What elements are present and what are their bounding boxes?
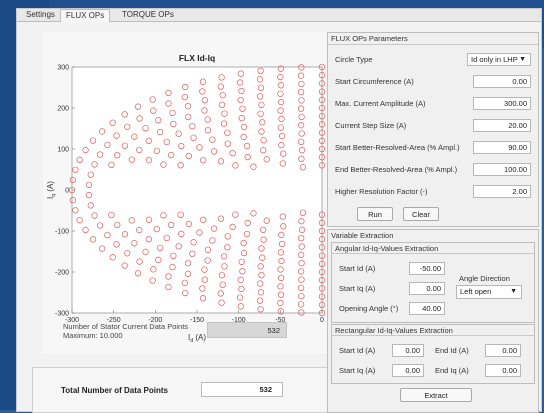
plot-axes-box	[71, 66, 323, 314]
rect-start-id-field[interactable]: 0.00	[392, 344, 424, 357]
resolution-factor-label: Higher Resolution Factor (-)	[335, 187, 428, 196]
y-axis-label: Iq(A)	[46, 181, 57, 199]
rect-end-id-label: End Id (A)	[435, 346, 469, 355]
start-circumference-label: Start Circumference (A)	[335, 77, 414, 86]
end-better-area-label: End Better-Resolved-Area (% Ampl.)	[335, 165, 458, 174]
flux-scatter-plot[interactable]: FLX Id-Iq -300 -250 -200 -150 -100 -50 0 30020…	[43, 32, 333, 354]
y-tick-label: -100	[55, 229, 69, 236]
opening-angle-field[interactable]: 40.00	[409, 302, 445, 315]
chevron-down-icon: ▼	[519, 56, 526, 63]
y-tick-label: 200	[57, 106, 69, 113]
angular-extraction-panel: Angular Id-Iq-Values Extraction Start Id…	[331, 242, 535, 323]
y-tick-label: -300	[55, 311, 69, 318]
start-better-area-label: Start Better-Resolved-Area (% Ampl.)	[335, 143, 460, 152]
rect-start-id-label: Start Id (A)	[339, 346, 376, 355]
start-better-area-field[interactable]: 90.00	[473, 141, 531, 154]
plot-title: FLX Id-Iq	[179, 53, 215, 63]
extract-button[interactable]: Extract	[400, 388, 472, 402]
angular-extraction-title: Angular Id-Iq-Values Extraction	[335, 244, 439, 253]
flux-params-panel: FLUX OPs Parameters Circle Type Id only …	[327, 32, 539, 227]
x-tick-label: 0	[320, 317, 324, 324]
plot-panel: FLX Id-Iq -300 -250 -200 -150 -100 -50 0 300 20…	[43, 32, 333, 354]
stator-points-label: Number of Stator Current Data Points Max…	[63, 322, 203, 340]
stator-points-value: 532	[207, 322, 287, 338]
angular-start-iq-label: Start Iq (A)	[339, 284, 376, 293]
angle-direction-select[interactable]: Left open ▼	[456, 285, 522, 299]
end-better-area-field[interactable]: 100.00	[473, 163, 531, 176]
tab-bar: Settings FLUX OPs TORQUE OPs	[17, 9, 541, 23]
circle-type-value: Id only in LHP	[471, 55, 518, 64]
run-button[interactable]: Run	[357, 207, 393, 221]
rect-end-iq-label: End Iq (A)	[435, 366, 469, 375]
total-points-label: Total Number of Data Points	[61, 386, 168, 395]
variable-extraction-panel: Variable Extraction Angular Id-Iq-Values…	[327, 229, 539, 413]
rect-start-iq-label: Start Iq (A)	[339, 366, 376, 375]
chevron-down-icon: ▼	[510, 288, 517, 295]
resolution-factor-field[interactable]: 2.00	[473, 185, 531, 198]
y-tick-label: 0	[65, 188, 69, 195]
stator-points-label-line1: Number of Stator Current Data Points	[63, 322, 189, 331]
rect-start-iq-field[interactable]: 0.00	[392, 364, 424, 377]
step-size-field[interactable]: 20.00	[473, 119, 531, 132]
tab-flux-ops[interactable]: FLUX OPs	[60, 9, 111, 23]
tab-torque-ops[interactable]: TORQUE OPs	[117, 9, 179, 21]
angular-start-id-field[interactable]: -50.00	[409, 262, 445, 275]
flux-ops-tab-content: FLX Id-Iq -300 -250 -200 -150 -100 -50 0 300 20…	[17, 22, 541, 413]
rect-extraction-title: Rectangular Id-Iq-Values Extraction	[335, 326, 453, 335]
y-tick-label: 300	[57, 65, 69, 72]
rect-end-iq-field[interactable]: 0.00	[485, 364, 521, 377]
y-tick-label: -200	[55, 270, 69, 277]
tab-settings[interactable]: Settings	[21, 9, 60, 21]
rect-end-id-field[interactable]: 0.00	[485, 344, 521, 357]
variable-extraction-title: Variable Extraction	[331, 231, 394, 240]
app-window: Settings FLUX OPs TORQUE OPs FLX Id-Iq -…	[16, 8, 542, 413]
angular-start-id-label: Start Id (A)	[339, 264, 376, 273]
total-points-value: 532	[201, 382, 283, 397]
y-tick-label: 100	[57, 147, 69, 154]
start-circumference-field[interactable]: 0.00	[473, 75, 531, 88]
circle-type-select[interactable]: Id only in LHP ▼	[467, 53, 531, 66]
opening-angle-label: Opening Angle (°)	[339, 304, 399, 313]
rect-extraction-panel: Rectangular Id-Iq-Values Extraction Star…	[331, 324, 535, 384]
total-points-panel: Total Number of Data Points 532	[32, 367, 329, 413]
angle-direction-label: Angle Direction	[459, 274, 510, 283]
angle-direction-value: Left open	[460, 287, 492, 296]
stator-points-label-line2: Maximum: 10.000	[63, 331, 123, 340]
flux-params-title: FLUX OPs Parameters	[331, 34, 408, 43]
angular-start-iq-field[interactable]: 0.00	[409, 282, 445, 295]
clear-button[interactable]: Clear	[403, 207, 439, 221]
max-amplitude-field[interactable]: 300.00	[473, 97, 531, 110]
step-size-label: Current Step Size (A)	[335, 121, 407, 130]
circle-type-label: Circle Type	[335, 55, 373, 64]
max-amplitude-label: Max. Current Amplitude (A)	[335, 99, 426, 108]
